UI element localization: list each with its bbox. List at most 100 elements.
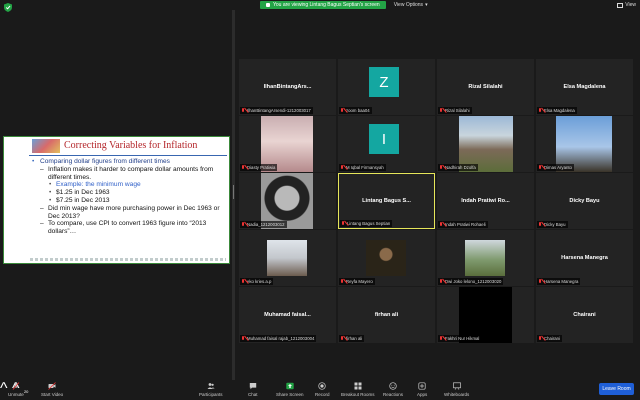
whiteboards-label: Whiteboards [444, 392, 470, 397]
view-button[interactable]: View [617, 2, 636, 8]
participant-tile[interactable]: Nadia_1212003012 [239, 173, 336, 229]
participant-tile[interactable]: Muhamad faisal... Muhamad faisal rajab_12… [239, 287, 336, 343]
participant-name-label: Muhamad faisal rajab_1212003004 [240, 335, 317, 342]
unmute-button[interactable]: Unmute [8, 380, 24, 397]
security-shield-icon[interactable] [4, 3, 12, 12]
leave-room-button[interactable]: Leave Room [599, 383, 634, 395]
muted-microphone-icon [538, 165, 542, 170]
top-bar: You are viewing Lintang Bagus Septian's … [260, 0, 428, 10]
chat-button[interactable]: Chat [248, 380, 258, 397]
muted-microphone-icon [538, 279, 542, 284]
participant-name-text: Rizal Silalahi [445, 108, 470, 113]
participants-count: 20 [23, 389, 29, 394]
participant-name-label: Nadhirah Dzolfa [438, 164, 478, 171]
viewing-screen-banner: You are viewing Lintang Bagus Septian's … [260, 1, 386, 9]
participant-name-label: M Iqbal Firmansyah [339, 164, 386, 171]
participant-name-text: IlhanBintangArsendi-1212003017 [247, 108, 311, 113]
muted-microphone-icon [439, 336, 443, 341]
participant-name-label: Nadia_1212003012 [240, 221, 287, 228]
audio-options-caret-icon[interactable]: ^ [0, 380, 8, 397]
unmute-label: Unmute [8, 392, 24, 397]
participant-name-text: Nadhirah Dzolfa [445, 165, 476, 170]
muted-microphone-icon [241, 222, 245, 227]
slide-bullet: To compare, use CPI to convert 1963 figu… [32, 220, 229, 236]
participants-icon [207, 383, 215, 389]
participant-name-label: Rizal Silalahi [438, 107, 472, 114]
participant-tile[interactable]: Dicky Bayu Dicky Bayu [536, 173, 633, 229]
participant-name-label: Indah Pratiwi Rohaeli [438, 221, 488, 228]
slide-title-rule [29, 155, 227, 156]
participant-tile[interactable]: Rizal Silalahi Rizal Silalahi [437, 59, 534, 115]
chat-icon [249, 383, 256, 390]
slide-left-margin [4, 155, 28, 263]
participant-name-text: firhan ali [346, 336, 363, 341]
participant-name-label: zoom baa04 [339, 107, 372, 114]
reactions-button[interactable]: Reactions [383, 380, 403, 397]
view-options-button[interactable]: View Options ▾ [394, 2, 428, 8]
apps-icon [418, 382, 426, 390]
whiteboard-icon [452, 382, 461, 390]
participant-tile[interactable]: Indah Pratiwi Ro... Indah Pratiwi Rohaeli [437, 173, 534, 229]
share-screen-button[interactable]: Share Screen [276, 380, 304, 397]
participant-name-label: Elsa Magdalena [537, 107, 577, 114]
participant-tile[interactable]: firhan ali firhan ali [338, 287, 435, 343]
participant-tile[interactable]: Dimas Aryanto [536, 116, 633, 172]
participant-name-text: Dwi Joko lelono_1212003020 [445, 279, 502, 284]
screen-icon [266, 3, 270, 7]
whiteboards-button[interactable]: Whiteboards [444, 380, 469, 397]
participant-name-text: Indah Pratiwi Rohaeli [445, 222, 486, 227]
participant-tile[interactable]: Fakhri Nur Hikmal [437, 287, 534, 343]
apps-button[interactable]: Apps [417, 380, 427, 397]
share-screen-icon [286, 382, 294, 390]
slide-bullet: $7.25 in Dec 2013 [32, 197, 229, 205]
participant-tile[interactable]: Harsena Manegra Harsena Manegra [536, 230, 633, 286]
participant-video-image [465, 240, 505, 276]
muted-microphone-icon [241, 108, 245, 113]
chevron-down-icon: ▾ [425, 2, 428, 8]
participant-name-text: Harsena Manegra [544, 279, 579, 284]
start-video-button[interactable]: Start Video [41, 380, 63, 397]
muted-microphone-icon [538, 108, 542, 113]
participant-name-text: Muhamad faisal rajab_1212003004 [247, 336, 315, 341]
slide-bullet: Did min wage have more purchasing power … [32, 205, 229, 221]
participant-tile[interactable]: Dwi Joko lelono_1212003020 [437, 230, 534, 286]
smiley-icon [389, 382, 397, 390]
muted-microphone-icon [340, 336, 344, 341]
participant-tile[interactable]: eko kries.a.p [239, 230, 336, 286]
zoom-meeting-window: You are viewing Lintang Bagus Septian's … [0, 0, 640, 400]
participant-tile[interactable]: Nadhirah Dzolfa [437, 116, 534, 172]
shared-screen-slide: Correcting Variables for Inflation Compa… [3, 136, 230, 264]
participant-name-label: Dicky Bayu [537, 221, 568, 228]
breakout-rooms-label: Breakout Rooms [341, 392, 375, 397]
participant-name-text: Lintang Bagus Septian [347, 221, 391, 226]
participant-tile[interactable]: I M Iqbal Firmansyah [338, 116, 435, 172]
slide-bullet: Example: the minimum wage [32, 181, 229, 189]
slide-footer [30, 258, 226, 261]
muted-microphone-icon [439, 165, 443, 170]
participant-tile[interactable]: Diasty Pratiwia [239, 116, 336, 172]
participants-button[interactable]: Participants [199, 380, 223, 397]
participants-label: Participants [199, 392, 223, 397]
participant-tile[interactable]: Elsa Magdalena Elsa Magdalena [536, 59, 633, 115]
participant-tile[interactable]: Chairani Chairani [536, 287, 633, 343]
split-view-divider[interactable] [232, 10, 235, 380]
view-label: View [625, 2, 636, 8]
muted-microphone-icon [340, 165, 344, 170]
record-button[interactable]: Record [315, 380, 330, 397]
slide-bullet: $1.25 in Dec 1963 [32, 189, 229, 197]
breakout-rooms-button[interactable]: Breakout Rooms [341, 380, 375, 397]
participant-name-label: Diasty Pratiwia [240, 164, 278, 171]
share-screen-label: Share Screen [276, 392, 304, 397]
participant-name-label: Fakhri Nur Hikmal [438, 335, 482, 342]
muted-microphone-icon [241, 336, 245, 341]
slide-title: Correcting Variables for Inflation [64, 140, 198, 151]
participant-tile[interactable]: IlhanBintangArs... IlhanBintangArsendi-12… [239, 59, 336, 115]
slide-bullet: Comparing dollar figures from different … [32, 158, 229, 166]
participant-tile[interactable]: Lintang Bagus S... Lintang Bagus Septian [338, 173, 435, 229]
participant-tile[interactable]: Reyfa Mayero [338, 230, 435, 286]
participant-tile[interactable]: Zzoom baa04 [338, 59, 435, 115]
grid-view-icon [617, 2, 624, 8]
muted-microphone-icon [340, 279, 344, 284]
participant-name-label: Chairani [537, 335, 563, 342]
breakout-rooms-icon [354, 382, 362, 390]
